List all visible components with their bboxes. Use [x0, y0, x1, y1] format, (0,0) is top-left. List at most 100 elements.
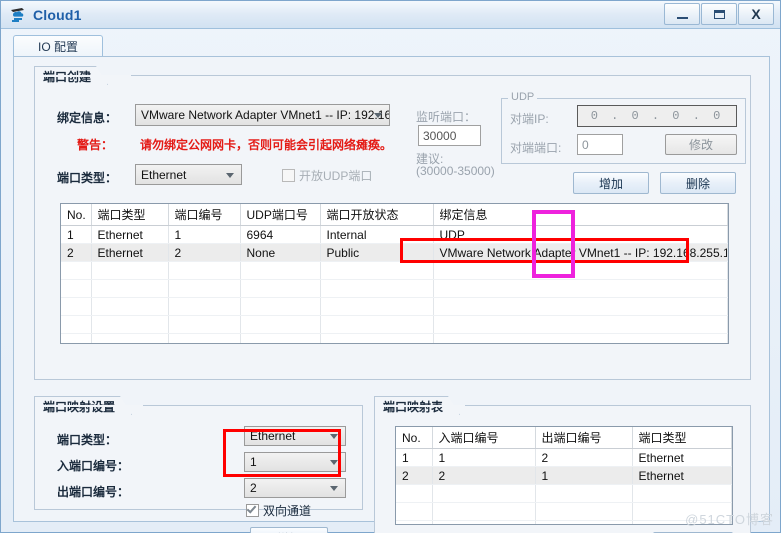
port-row2-no: 2: [61, 243, 92, 262]
port-table-col-state: 端口开放状态: [320, 204, 434, 226]
port-row2-udpport: None: [240, 243, 321, 262]
mapping-port-type-combo[interactable]: Ethernet: [244, 426, 346, 446]
cloud-config-icon: [9, 6, 27, 24]
bidirectional-checkbox[interactable]: 双向通道: [246, 502, 311, 519]
port-row1-binding: UDP: [433, 225, 728, 244]
in-port-combo[interactable]: 1: [244, 452, 346, 472]
table-row[interactable]: .: [61, 297, 728, 316]
table-row[interactable]: .: [61, 315, 728, 334]
maximize-button[interactable]: [701, 3, 737, 25]
table-row[interactable]: 2 2 1 Ethernet: [396, 466, 732, 485]
add-mapping-button[interactable]: 增加: [250, 527, 328, 533]
port-table-col-binding: 绑定信息: [433, 204, 728, 226]
out-port-value: 2: [250, 481, 257, 495]
open-udp-port-checkbox[interactable]: 开放UDP端口: [282, 167, 372, 184]
mapping-row2-no: 2: [396, 466, 433, 485]
table-row[interactable]: 2 Ethernet 2 None Public VMware Network …: [61, 243, 728, 262]
cloud-config-window: Cloud1 X IO 配置 端口创建 绑定信息：: [0, 0, 781, 533]
listen-port-input[interactable]: 30000: [418, 125, 481, 146]
checkbox-box: [282, 169, 295, 182]
close-icon: X: [751, 6, 761, 22]
add-mapping-button-label: 增加: [277, 530, 301, 533]
mapping-col-out: 出端口编号: [535, 427, 633, 449]
port-table[interactable]: No. 端口类型 端口编号 UDP端口号 端口开放状态 绑定信息 1 Ether…: [60, 203, 729, 344]
mapping-port-type-value: Ethernet: [250, 429, 296, 443]
tab-io-config[interactable]: IO 配置: [13, 35, 103, 57]
delete-port-button-label: 删除: [685, 176, 710, 191]
io-config-panel: 端口创建 绑定信息： VMware Network Adapter VMnet1…: [13, 56, 770, 533]
port-row1-no: 1: [61, 225, 92, 244]
tab-io-config-label: IO 配置: [37, 40, 78, 54]
mapping-row1-no: 1: [396, 448, 433, 467]
port-type-combo-value: Ethernet: [141, 167, 187, 182]
bidirectional-label: 双向通道: [263, 504, 312, 518]
modify-button[interactable]: 修改: [665, 134, 737, 155]
port-row1-udpport: 6964: [240, 225, 321, 244]
open-udp-port-label: 开放UDP端口: [299, 169, 373, 183]
out-port-label: 出端口编号：: [57, 485, 130, 499]
suggest-range-label: (30000-35000): [416, 164, 495, 178]
port-row2-type: Ethernet: [91, 243, 169, 262]
port-row1-state: Internal: [320, 225, 434, 244]
table-row[interactable]: .: [61, 333, 728, 343]
table-row[interactable]: .: [396, 502, 732, 521]
chevron-down-icon: [374, 113, 382, 118]
table-row[interactable]: .: [61, 261, 728, 280]
table-row[interactable]: .: [61, 279, 728, 298]
mapping-row2-type: Ethernet: [632, 466, 732, 485]
chevron-down-icon: [226, 172, 234, 178]
mapping-col-no: No.: [396, 427, 433, 449]
port-row2-number: 2: [168, 243, 241, 262]
add-port-button[interactable]: 增加: [573, 172, 649, 194]
in-port-label: 入端口编号：: [57, 459, 130, 473]
warning-label: 警告：: [77, 138, 114, 152]
modify-button-label: 修改: [688, 138, 713, 152]
window-title: Cloud1: [33, 6, 82, 23]
mapping-row1-in: 1: [432, 448, 536, 467]
chevron-down-icon: [330, 486, 338, 491]
mapping-row1-type: Ethernet: [632, 448, 732, 467]
port-type-label: 端口类型：: [57, 171, 118, 185]
tab-strip: IO 配置: [13, 35, 770, 57]
table-row[interactable]: 1 1 2 Ethernet: [396, 448, 732, 467]
table-row[interactable]: 1 Ethernet 1 6964 Internal UDP: [61, 225, 728, 244]
port-row2-binding: VMware Network Adapter VMnet1 -- IP: 192…: [433, 243, 728, 262]
table-row[interactable]: .: [396, 520, 732, 524]
minimize-icon: [676, 16, 688, 19]
port-table-header-row: No. 端口类型 端口编号 UDP端口号 端口开放状态 绑定信息: [61, 204, 728, 226]
peer-port-input[interactable]: 0: [577, 134, 623, 155]
port-table-grid: No. 端口类型 端口编号 UDP端口号 端口开放状态 绑定信息 1 Ether…: [61, 204, 728, 343]
mapping-port-type-label: 端口类型：: [57, 433, 118, 447]
close-button[interactable]: X: [738, 3, 774, 25]
minimize-button[interactable]: [664, 3, 700, 25]
table-row[interactable]: .: [396, 484, 732, 503]
out-port-combo[interactable]: 2: [244, 478, 346, 498]
binding-info-combo[interactable]: VMware Network Adapter VMnet1 -- IP: 192…: [135, 104, 390, 126]
port-row2-state: Public: [320, 243, 434, 262]
window-controls: X: [663, 3, 774, 25]
title-bar: Cloud1 X: [1, 1, 780, 29]
port-type-combo[interactable]: Ethernet: [135, 164, 242, 185]
port-mapping-table[interactable]: No. 入端口编号 出端口编号 端口类型 1 1 2 Ethernet 2 2 …: [395, 426, 733, 525]
port-mapping-table-grid: No. 入端口编号 出端口编号 端口类型 1 1 2 Ethernet 2 2 …: [396, 427, 732, 524]
binding-info-combo-value: VMware Network Adapter VMnet1 -- IP: 192…: [141, 108, 390, 122]
mapping-row2-in: 2: [432, 466, 536, 485]
mapping-col-in: 入端口编号: [432, 427, 536, 449]
in-port-value: 1: [250, 455, 257, 469]
delete-port-button[interactable]: 删除: [660, 172, 736, 194]
check-icon: [246, 503, 257, 514]
port-row1-number: 1: [168, 225, 241, 244]
port-table-col-type: 端口类型: [91, 204, 169, 226]
port-row1-type: Ethernet: [91, 225, 169, 244]
maximize-icon: [713, 9, 725, 19]
port-mapping-settings-group: 端口映射设置 端口类型： Ethernet 入端口编号： 1 出端口编号： 2: [34, 405, 363, 518]
mapping-col-type: 端口类型: [632, 427, 732, 449]
mapping-table-header-row: No. 入端口编号 出端口编号 端口类型: [396, 427, 732, 449]
peer-ip-input[interactable]: 0 . 0 . 0 . 0: [577, 105, 737, 127]
port-create-group: 端口创建 绑定信息： VMware Network Adapter VMnet1…: [34, 75, 751, 380]
peer-port-label: 对端端口:: [510, 141, 562, 155]
chevron-down-icon: [330, 460, 338, 465]
mapping-row2-out: 1: [535, 466, 633, 485]
port-table-col-no: No.: [61, 204, 92, 226]
mapping-row1-out: 2: [535, 448, 633, 467]
